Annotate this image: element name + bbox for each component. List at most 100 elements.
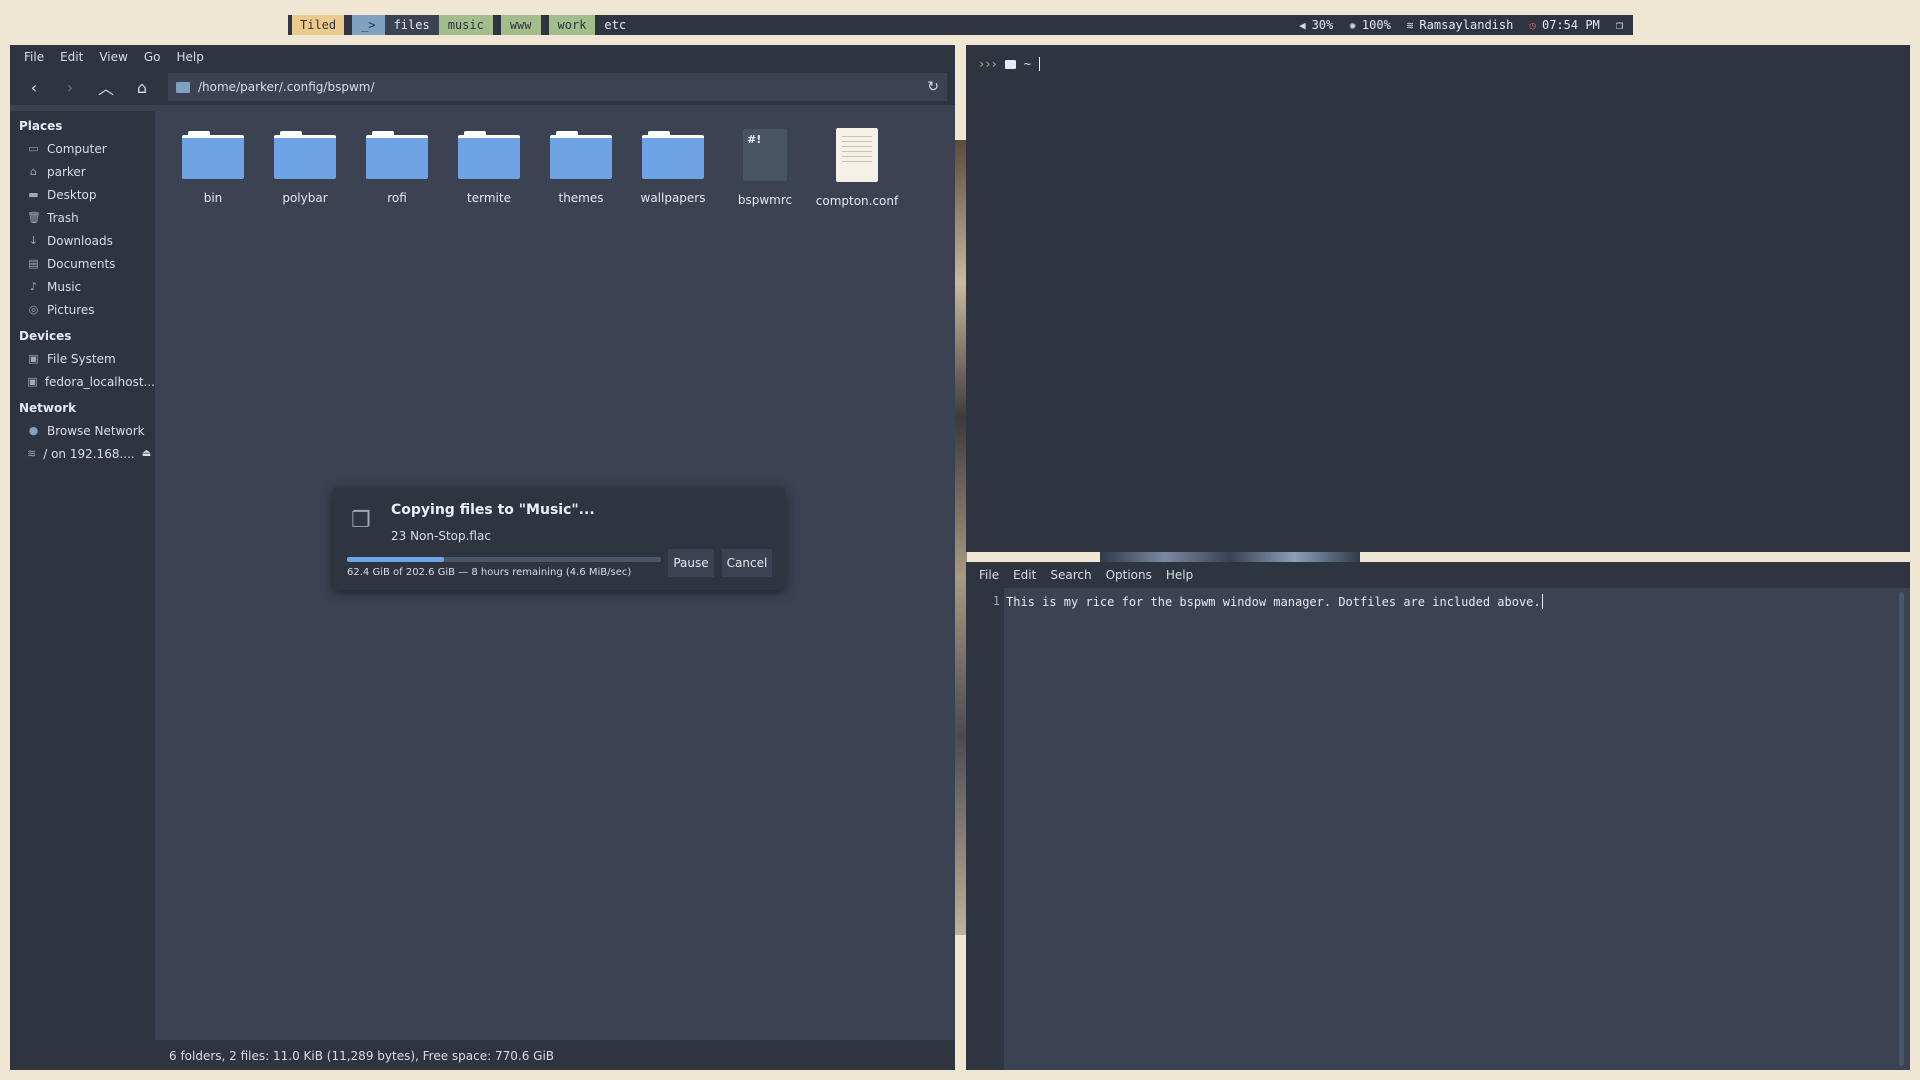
- menu-view[interactable]: View: [91, 50, 135, 64]
- fm-toolbar: ‹ › ︿ ⌂ /home/parker/.config/bspwm/ ↻: [10, 69, 955, 105]
- sidebar-item-trash[interactable]: 🗑 Trash: [10, 206, 155, 229]
- copy-icon: ❐: [351, 508, 371, 533]
- music-icon: ♪: [29, 280, 38, 293]
- chevron-up-icon: ︿: [97, 79, 114, 98]
- sidebar-item-browse-network[interactable]: ● Browse Network: [10, 419, 155, 442]
- layout-mode: Tiled: [292, 15, 345, 35]
- up-button[interactable]: ︿: [90, 73, 122, 101]
- workspace-separator: [344, 15, 352, 35]
- window-layout-icon[interactable]: ❐: [1616, 18, 1623, 32]
- editor-scrollbar[interactable]: [1899, 592, 1904, 1066]
- file-item-bin[interactable]: bin: [167, 123, 259, 208]
- sidebar-item-computer[interactable]: ▭ Computer: [10, 137, 155, 160]
- editor-text-area[interactable]: This is my rice for the bspwm window man…: [1006, 594, 1543, 609]
- places-heading: Places: [19, 119, 63, 133]
- file-item-themes[interactable]: themes: [535, 123, 627, 208]
- text-editor-window: File Edit Search Options Help 1 This is …: [966, 562, 1910, 1070]
- network-heading: Network: [19, 401, 77, 415]
- editor-menu-file[interactable]: File: [972, 568, 1006, 582]
- sidebar-item-downloads[interactable]: ↓ Downloads: [10, 229, 155, 252]
- dialog-progress-detail: 62.4 GiB of 202.6 GiB — 8 hours remainin…: [347, 567, 632, 578]
- menu-edit[interactable]: Edit: [52, 50, 91, 64]
- cancel-button[interactable]: Cancel: [722, 549, 772, 577]
- folder-icon: [550, 131, 612, 179]
- editor-menu-search[interactable]: Search: [1043, 568, 1098, 582]
- script-file-icon: #!: [743, 129, 787, 181]
- sidebar-item-desktop[interactable]: ▬ Desktop: [10, 183, 155, 206]
- workspace-separator: [541, 15, 549, 35]
- trash-icon: 🗑: [27, 211, 41, 224]
- fm-statusbar: 6 folders, 2 files: 11.0 KiB (11,289 byt…: [155, 1040, 955, 1070]
- sidebar-item-label: Trash: [47, 210, 79, 225]
- pause-button[interactable]: Pause: [668, 549, 714, 577]
- sidebar-item-fedora[interactable]: ▣ fedora_localhost...: [10, 370, 155, 393]
- menu-go[interactable]: Go: [136, 50, 169, 64]
- forward-button[interactable]: ›: [54, 73, 86, 101]
- folder-icon: [642, 131, 704, 179]
- sidebar-item-label: File System: [47, 351, 116, 366]
- refresh-icon[interactable]: ↻: [927, 79, 939, 95]
- file-item-bspwmrc[interactable]: #! bspwmrc: [719, 123, 811, 208]
- location-bar[interactable]: /home/parker/.config/bspwm/ ↻: [168, 73, 947, 101]
- file-item-wallpapers[interactable]: wallpapers: [627, 123, 719, 208]
- eject-icon[interactable]: ⏏: [142, 448, 151, 459]
- sidebar-item-music[interactable]: ♪ Music: [10, 275, 155, 298]
- file-item-termite[interactable]: termite: [443, 123, 535, 208]
- workspace-files[interactable]: files: [384, 15, 439, 35]
- file-item-compton[interactable]: compton.conf: [811, 123, 903, 208]
- editor-line: This is my rice for the bspwm window man…: [1006, 594, 1541, 609]
- workspace-terminal[interactable]: _>: [352, 15, 385, 35]
- sidebar-item-label: / on 192.168....: [43, 446, 135, 461]
- volume-module[interactable]: ◀ 30%: [1299, 18, 1333, 32]
- sidebar-item-pictures[interactable]: ◎ Pictures: [10, 298, 155, 321]
- volume-icon: ◀: [1298, 18, 1306, 32]
- menu-file[interactable]: File: [16, 50, 52, 64]
- folder-icon: [366, 131, 428, 179]
- terminal-window[interactable]: ››› ~: [966, 45, 1910, 552]
- line-number-gutter: 1: [966, 588, 1004, 1070]
- sidebar-item-documents[interactable]: ▤ Documents: [10, 252, 155, 275]
- sidebar-item-label: Pictures: [47, 302, 95, 317]
- editor-menu-help[interactable]: Help: [1159, 568, 1200, 582]
- sidebar-item-filesystem[interactable]: ▣ File System: [10, 347, 155, 370]
- home-button[interactable]: ⌂: [126, 73, 158, 101]
- brightness-icon: ✺: [1349, 18, 1356, 32]
- workspace-separator: [493, 15, 501, 35]
- workspace-music[interactable]: music: [438, 15, 493, 35]
- globe-icon: ●: [28, 424, 39, 437]
- back-button[interactable]: ‹: [18, 73, 50, 101]
- folder-icon: [274, 131, 336, 179]
- clock-icon: ◷: [1529, 18, 1536, 32]
- menu-help[interactable]: Help: [168, 50, 211, 64]
- folder-icon: [1004, 59, 1016, 69]
- home-icon: ⌂: [30, 165, 37, 178]
- copy-progress-bar: [347, 557, 661, 562]
- editor-menu-options[interactable]: Options: [1099, 568, 1159, 582]
- drive-icon: ▣: [27, 375, 38, 388]
- folder-icon: [182, 131, 244, 179]
- download-icon: ↓: [28, 234, 39, 247]
- file-name: bspwmrc: [737, 193, 793, 207]
- devices-heading: Devices: [19, 329, 72, 343]
- chevron-right-icon: ›: [66, 77, 74, 97]
- file-name: compton.conf: [815, 194, 899, 208]
- file-item-polybar[interactable]: polybar: [259, 123, 351, 208]
- drive-icon: ▣: [28, 352, 39, 365]
- computer-icon: ▭: [28, 142, 39, 155]
- editor-menu-edit[interactable]: Edit: [1006, 568, 1043, 582]
- workspace-www[interactable]: www: [500, 15, 541, 35]
- workspace-etc[interactable]: etc: [595, 15, 635, 35]
- sidebar-item-network-share[interactable]: ≋ / on 192.168.... ⏏: [10, 442, 155, 465]
- file-name: termite: [467, 191, 511, 205]
- copy-progress-dialog: ❐ Copying files to "Music"... 23 Non-Sto…: [333, 488, 785, 590]
- volume-value: 30%: [1311, 18, 1334, 32]
- dialog-current-file: 23 Non-Stop.flac: [391, 529, 491, 543]
- wifi-module[interactable]: ≋ Ramsaylandish: [1407, 18, 1514, 32]
- workspace-work[interactable]: work: [548, 15, 596, 35]
- file-name: wallpapers: [640, 191, 706, 205]
- sidebar-item-home[interactable]: ⌂ parker: [10, 160, 155, 183]
- file-item-rofi[interactable]: rofi: [351, 123, 443, 208]
- clock-module: ◷ 07:54 PM: [1529, 18, 1599, 32]
- brightness-module[interactable]: ✺ 100%: [1349, 18, 1391, 32]
- sidebar-item-label: fedora_localhost...: [44, 374, 155, 389]
